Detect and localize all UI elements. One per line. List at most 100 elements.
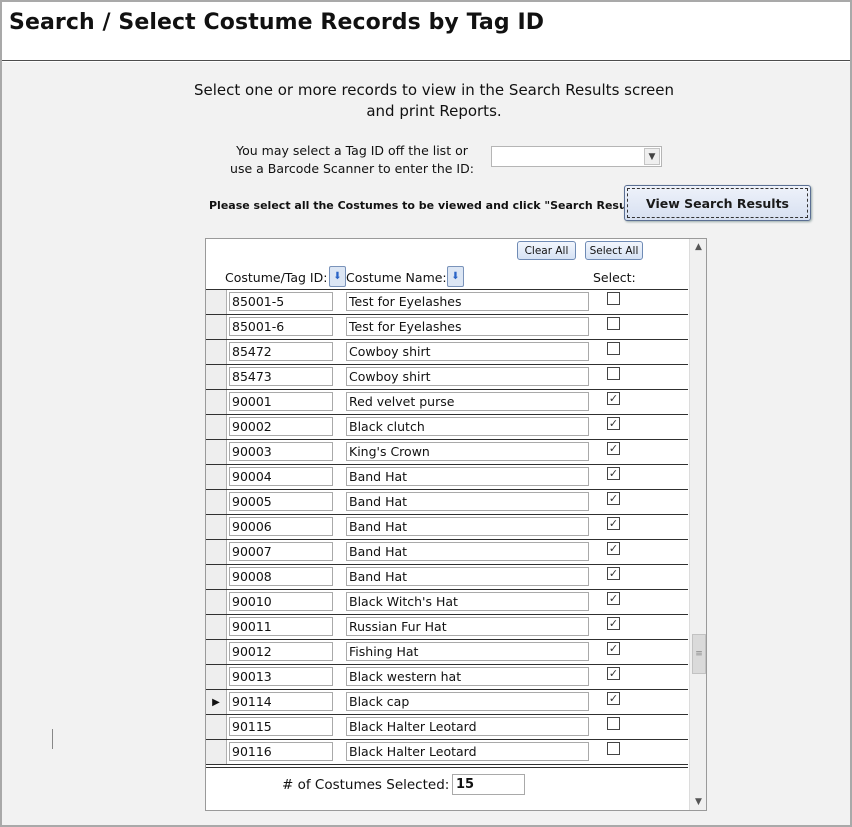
select-checkbox[interactable]: ✓ <box>607 517 620 530</box>
table-row[interactable]: 90001 Red velvet purse ✓ <box>206 390 688 415</box>
record-selector[interactable] <box>206 540 227 564</box>
table-row[interactable]: 90004 Band Hat ✓ <box>206 465 688 490</box>
select-checkbox[interactable]: ✓ <box>607 492 620 505</box>
scroll-up-icon[interactable]: ▲ <box>690 239 706 255</box>
select-all-button[interactable]: Select All <box>585 241 643 260</box>
table-row[interactable]: 90003 King's Crown ✓ <box>206 440 688 465</box>
costume-name-cell[interactable]: Black Halter Leotard <box>346 717 589 736</box>
tag-id-cell[interactable]: 90006 <box>229 517 333 536</box>
table-row[interactable]: 85472 Cowboy shirt <box>206 340 688 365</box>
select-checkbox[interactable]: ✓ <box>607 642 620 655</box>
tag-id-cell[interactable]: 90115 <box>229 717 333 736</box>
chevron-down-icon[interactable]: ▼ <box>644 148 660 165</box>
tag-id-cell[interactable]: 90007 <box>229 542 333 561</box>
table-row[interactable]: 90005 Band Hat ✓ <box>206 490 688 515</box>
record-selector[interactable] <box>206 615 227 639</box>
select-checkbox[interactable]: ✓ <box>607 542 620 555</box>
record-selector[interactable]: ▶ <box>206 690 227 714</box>
table-row[interactable]: 90012 Fishing Hat ✓ <box>206 640 688 665</box>
record-selector[interactable] <box>206 715 227 739</box>
select-checkbox[interactable]: ✓ <box>607 567 620 580</box>
sort-tag-id-button[interactable]: ⬇ <box>329 266 346 287</box>
costume-name-cell[interactable]: Black Halter Leotard <box>346 742 589 761</box>
select-checkbox[interactable]: ✓ <box>607 442 620 455</box>
costume-name-cell[interactable]: Band Hat <box>346 567 589 586</box>
tag-id-cell[interactable]: 90114 <box>229 692 333 711</box>
table-row[interactable]: 90013 Black western hat ✓ <box>206 665 688 690</box>
record-selector[interactable] <box>206 315 227 339</box>
vertical-scrollbar[interactable]: ▲ ≡ ▼ <box>689 239 706 810</box>
record-selector[interactable] <box>206 465 227 489</box>
record-selector[interactable] <box>206 565 227 589</box>
record-selector[interactable] <box>206 515 227 539</box>
table-row[interactable]: ▶ 90114 Black cap ✓ <box>206 690 688 715</box>
table-row[interactable]: 90007 Band Hat ✓ <box>206 540 688 565</box>
scroll-down-icon[interactable]: ▼ <box>690 794 706 810</box>
table-row[interactable]: 90010 Black Witch's Hat ✓ <box>206 590 688 615</box>
costume-name-cell[interactable]: Black Witch's Hat <box>346 592 589 611</box>
table-row[interactable]: 85001-6 Test for Eyelashes <box>206 315 688 340</box>
costume-name-cell[interactable]: Band Hat <box>346 542 589 561</box>
select-checkbox[interactable]: ✓ <box>607 667 620 680</box>
tag-id-cell[interactable]: 90008 <box>229 567 333 586</box>
costume-name-cell[interactable]: Test for Eyelashes <box>346 292 589 311</box>
record-selector[interactable] <box>206 365 227 389</box>
costume-name-cell[interactable]: Band Hat <box>346 517 589 536</box>
record-selector[interactable] <box>206 340 227 364</box>
tag-id-cell[interactable]: 85473 <box>229 367 333 386</box>
table-row[interactable]: 85001-5 Test for Eyelashes <box>206 289 688 315</box>
select-checkbox[interactable] <box>607 367 620 380</box>
select-checkbox[interactable]: ✓ <box>607 592 620 605</box>
tag-id-combobox[interactable]: ▼ <box>491 146 662 167</box>
costume-name-cell[interactable]: Fishing Hat <box>346 642 589 661</box>
table-row[interactable]: 90011 Russian Fur Hat ✓ <box>206 615 688 640</box>
tag-id-cell[interactable]: 90001 <box>229 392 333 411</box>
tag-id-cell[interactable]: 85472 <box>229 342 333 361</box>
select-checkbox[interactable]: ✓ <box>607 467 620 480</box>
costume-name-cell[interactable]: King's Crown <box>346 442 589 461</box>
record-selector[interactable] <box>206 590 227 614</box>
tag-id-cell[interactable]: 85001-6 <box>229 317 333 336</box>
tag-id-cell[interactable]: 90013 <box>229 667 333 686</box>
select-checkbox[interactable]: ✓ <box>607 692 620 705</box>
select-checkbox[interactable] <box>607 742 620 755</box>
table-row[interactable]: 90116 Black Halter Leotard <box>206 740 688 765</box>
select-checkbox[interactable] <box>607 317 620 330</box>
costume-name-cell[interactable]: Black western hat <box>346 667 589 686</box>
costume-name-cell[interactable]: Cowboy shirt <box>346 367 589 386</box>
tag-id-cell[interactable]: 85001-5 <box>229 292 333 311</box>
record-selector[interactable] <box>206 390 227 414</box>
table-row[interactable]: 90002 Black clutch ✓ <box>206 415 688 440</box>
tag-id-cell[interactable]: 90116 <box>229 742 333 761</box>
table-row[interactable]: 90006 Band Hat ✓ <box>206 515 688 540</box>
record-selector[interactable] <box>206 665 227 689</box>
costume-name-cell[interactable]: Test for Eyelashes <box>346 317 589 336</box>
tag-id-cell[interactable]: 90011 <box>229 617 333 636</box>
costume-name-cell[interactable]: Red velvet purse <box>346 392 589 411</box>
tag-id-cell[interactable]: 90005 <box>229 492 333 511</box>
costume-name-cell[interactable]: Cowboy shirt <box>346 342 589 361</box>
scrollbar-thumb[interactable]: ≡ <box>692 634 706 674</box>
tag-id-cell[interactable]: 90012 <box>229 642 333 661</box>
costume-name-cell[interactable]: Black cap <box>346 692 589 711</box>
select-checkbox[interactable]: ✓ <box>607 392 620 405</box>
tag-id-cell[interactable]: 90003 <box>229 442 333 461</box>
clear-all-button[interactable]: Clear All <box>517 241 576 260</box>
record-selector[interactable] <box>206 415 227 439</box>
table-row[interactable]: 90115 Black Halter Leotard <box>206 715 688 740</box>
record-selector[interactable] <box>206 290 227 314</box>
selected-count-field[interactable]: 15 <box>452 774 525 795</box>
select-checkbox[interactable]: ✓ <box>607 417 620 430</box>
costume-name-cell[interactable]: Band Hat <box>346 492 589 511</box>
tag-id-cell[interactable]: 90002 <box>229 417 333 436</box>
costume-name-cell[interactable]: Russian Fur Hat <box>346 617 589 636</box>
select-checkbox[interactable] <box>607 292 620 305</box>
sort-costume-name-button[interactable]: ⬇ <box>447 266 464 287</box>
record-selector[interactable] <box>206 740 227 764</box>
record-selector[interactable] <box>206 490 227 514</box>
table-row[interactable]: 85473 Cowboy shirt <box>206 365 688 390</box>
record-selector[interactable] <box>206 640 227 664</box>
select-checkbox[interactable]: ✓ <box>607 617 620 630</box>
tag-id-cell[interactable]: 90004 <box>229 467 333 486</box>
view-search-results-button[interactable]: View Search Results <box>624 185 811 221</box>
